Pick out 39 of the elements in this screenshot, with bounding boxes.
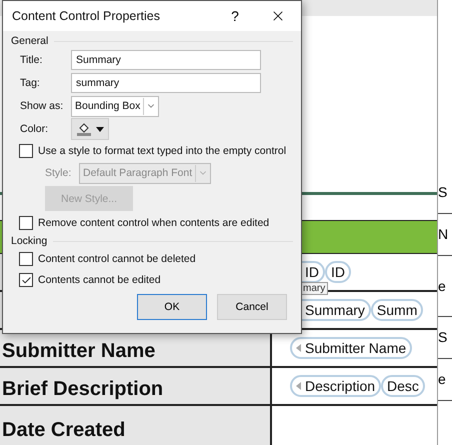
help-button[interactable]: ? [215,0,255,32]
field-label: Title: [20,54,44,66]
row-label: Submitter Name [2,340,156,363]
paint-bucket-icon [76,122,92,136]
text-fragment: S [438,317,452,359]
checkbox[interactable] [19,216,33,230]
dialog-title: Content Control Properties [12,9,161,23]
section-heading: General [11,35,48,47]
row-label: Date Created [2,419,126,442]
checkbox[interactable] [19,144,33,158]
content-control[interactable]: Description [290,375,382,397]
checkbox-label: Use a style to format text typed into the empty control [38,145,286,157]
field-label: Style: [45,167,72,179]
text-fragment: S [438,172,452,214]
checkbox-label: Contents cannot be edited [38,274,161,286]
text-field[interactable]: Summary [71,50,261,70]
tooltip: mary [300,282,328,295]
dropdown-arrow-icon [96,126,104,132]
row-label: Brief Description [2,378,164,401]
section-heading: Locking [11,235,48,247]
text-field[interactable]: summary [71,73,261,93]
text-fragment: e [438,359,452,401]
ok-button[interactable]: OK [137,294,207,320]
field-label: Color: [20,123,50,135]
field-label: Show as: [20,100,64,112]
text-fragment: N [438,214,452,256]
checkbox[interactable] [19,273,33,287]
check-icon [20,274,32,286]
content-control[interactable]: Submitter Name [290,337,412,359]
content-control[interactable]: Summ [370,299,424,321]
color-button[interactable] [71,118,109,140]
field-label: Tag: [20,77,41,89]
checkbox-label: Remove content control when contents are edited [38,217,270,229]
checkbox-label: Content control cannot be deleted [38,253,196,265]
content-control[interactable]: Desc [381,375,425,397]
cancel-button[interactable]: Cancel [217,294,287,320]
dropdown[interactable]: Bounding Box [71,96,160,116]
text-fragment: e [438,256,452,317]
checkbox[interactable] [19,252,33,266]
